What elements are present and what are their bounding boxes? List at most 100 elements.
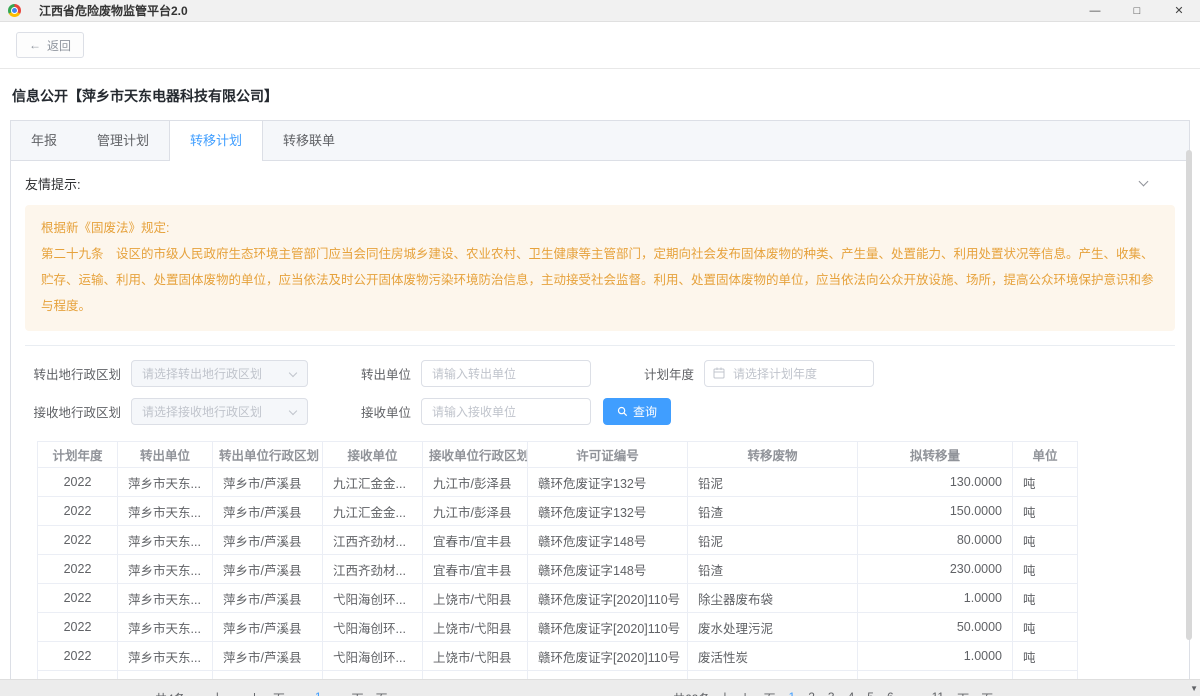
- table-cell: 吨: [1013, 613, 1078, 642]
- table-cell: 2022: [38, 584, 118, 613]
- table-cell: 赣环危废证字132号: [528, 497, 688, 526]
- table-cell: 吨: [1013, 497, 1078, 526]
- notice-collapse-header[interactable]: 友情提示:: [25, 161, 1175, 205]
- scrollbar-down-arrow-icon[interactable]: ▼: [1190, 684, 1198, 693]
- table-cell: 铅渣: [688, 497, 858, 526]
- table-cell: 宜春市/宜丰县: [423, 526, 528, 555]
- column-header: 接收单位: [323, 442, 423, 468]
- table-cell: 江西齐劲材...: [323, 555, 423, 584]
- table-header-row: 计划年度转出单位转出单位行政区划接收单位接收单位行政区划许可证编号转移废物拟转移…: [38, 442, 1078, 468]
- close-icon[interactable]: ✕: [1158, 0, 1200, 21]
- column-header: 拟转移量: [858, 442, 1013, 468]
- table-cell: 萍乡市/芦溪县: [213, 497, 323, 526]
- pager-page-6[interactable]: 6: [887, 690, 894, 696]
- column-header: 转移废物: [688, 442, 858, 468]
- table-cell: 九江汇金金...: [323, 497, 423, 526]
- pager-page-5[interactable]: 5: [867, 690, 874, 696]
- page-title: 信息公开【萍乡市天东电器科技有限公司】: [12, 86, 1188, 106]
- tab-2[interactable]: 转移计划: [169, 121, 263, 161]
- table-cell: 赣环危废证字[2020]110号: [528, 613, 688, 642]
- table-cell: 150.0000: [858, 497, 1013, 526]
- window-titlebar: 江西省危险废物监管平台2.0 — □ ✕: [0, 0, 1200, 22]
- pager-total: 共4条: [155, 690, 186, 696]
- pagination-left-clipped: 共4条|上一页1下一页: [155, 690, 388, 696]
- table-cell: 萍乡市/芦溪县: [213, 642, 323, 671]
- table-cell: 宜春市/宜丰县: [423, 555, 528, 584]
- out-unit-input[interactable]: [421, 360, 591, 387]
- column-header: 许可证编号: [528, 442, 688, 468]
- notice-box: 根据新《固废法》规定: 第二十九条 设区的市级人民政府生态环境主管部门应当会同住…: [25, 205, 1175, 331]
- notice-collapse-title: 友情提示:: [25, 174, 81, 193]
- pager-next-button[interactable]: 下一页: [352, 690, 388, 696]
- pager-page-1[interactable]: 1: [789, 690, 796, 696]
- back-button-label: 返回: [47, 37, 71, 54]
- calendar-icon: [713, 367, 725, 379]
- table-cell: 萍乡市/芦溪县: [213, 613, 323, 642]
- table-cell: 铅泥: [688, 468, 858, 497]
- table-cell: 萍乡市天东...: [118, 468, 213, 497]
- plan-year-label: 计划年度: [636, 364, 694, 383]
- tabs-card: 年报管理计划转移计划转移联单 友情提示: 根据新《固废法》规定: 第二十九条 设…: [10, 120, 1190, 696]
- divider: [25, 345, 1175, 346]
- in-region-select[interactable]: 请选择接收地行政区划: [131, 398, 308, 425]
- app-icon: [8, 4, 21, 17]
- table-cell: 吨: [1013, 642, 1078, 671]
- plan-year-datepicker[interactable]: [704, 360, 874, 387]
- table-cell: 九江汇金金...: [323, 468, 423, 497]
- pager-page-3[interactable]: 3: [828, 690, 835, 696]
- table-cell: 萍乡市天东...: [118, 555, 213, 584]
- in-unit-input[interactable]: [421, 398, 591, 425]
- filter-row-2: 接收地行政区划 请选择接收地行政区划 接收单位 查询: [25, 398, 1175, 425]
- tab-1[interactable]: 管理计划: [77, 121, 169, 160]
- plan-year-input[interactable]: [704, 360, 874, 387]
- pagination-right-clipped: 共62条|上一页123456…11下一页: [673, 690, 993, 696]
- pager-page-4[interactable]: 4: [848, 690, 855, 696]
- vertical-scrollbar[interactable]: [1186, 150, 1192, 640]
- pager-prev-button[interactable]: 上一页: [249, 690, 285, 696]
- table-cell: 弋阳海创环...: [323, 613, 423, 642]
- table-cell: 上饶市/弋阳县: [423, 642, 528, 671]
- pager-separator: |: [723, 690, 726, 696]
- table-cell: 江西齐劲材...: [323, 526, 423, 555]
- search-button[interactable]: 查询: [603, 398, 671, 425]
- bottom-strip: 共4条|上一页1下一页 共62条|上一页123456…11下一页: [0, 679, 1200, 696]
- back-button[interactable]: ← 返回: [16, 32, 84, 58]
- column-header: 计划年度: [38, 442, 118, 468]
- table-cell: 萍乡市天东...: [118, 497, 213, 526]
- chevron-down-icon: [1139, 176, 1149, 186]
- table-cell: 1.0000: [858, 642, 1013, 671]
- pager-page-11[interactable]: 11: [932, 690, 944, 696]
- table-cell: 萍乡市天东...: [118, 613, 213, 642]
- pager-prev-button[interactable]: 上一页: [739, 690, 775, 696]
- tab-3[interactable]: 转移联单: [263, 121, 355, 160]
- table-row: 2022萍乡市天东...萍乡市/芦溪县九江汇金金...九江市/彭泽县赣环危废证字…: [38, 468, 1078, 497]
- table-cell: 九江市/彭泽县: [423, 468, 528, 497]
- pager-page-1[interactable]: 1: [315, 690, 322, 696]
- table-cell: 弋阳海创环...: [323, 642, 423, 671]
- table-cell: 赣环危废证字[2020]110号: [528, 642, 688, 671]
- pager-page-…[interactable]: …: [907, 690, 919, 696]
- pager-page-2[interactable]: 2: [808, 690, 815, 696]
- chevron-down-icon: [289, 369, 297, 377]
- table-cell: 萍乡市天东...: [118, 526, 213, 555]
- column-header: 接收单位行政区划: [423, 442, 528, 468]
- table-cell: 80.0000: [858, 526, 1013, 555]
- tab-bar: 年报管理计划转移计划转移联单: [11, 121, 1189, 161]
- table-cell: 除尘器废布袋: [688, 584, 858, 613]
- table-cell: 萍乡市天东...: [118, 642, 213, 671]
- maximize-icon[interactable]: □: [1116, 0, 1158, 21]
- notice-heading: 根据新《固废法》规定:: [41, 215, 1159, 241]
- pager-next-button[interactable]: 下一页: [957, 690, 993, 696]
- table-cell: 赣环危废证字148号: [528, 526, 688, 555]
- table-cell: 吨: [1013, 584, 1078, 613]
- table-cell: 2022: [38, 642, 118, 671]
- filter-row-1: 转出地行政区划 请选择转出地行政区划 转出单位 计划年度: [25, 360, 1175, 387]
- back-arrow-icon: ←: [29, 38, 41, 52]
- table-cell: 吨: [1013, 555, 1078, 584]
- out-region-select[interactable]: 请选择转出地行政区划: [131, 360, 308, 387]
- tab-0[interactable]: 年报: [11, 121, 77, 160]
- table-cell: 2022: [38, 497, 118, 526]
- minimize-icon[interactable]: —: [1074, 0, 1116, 21]
- table-cell: 上饶市/弋阳县: [423, 584, 528, 613]
- transfer-plan-table: 计划年度转出单位转出单位行政区划接收单位接收单位行政区划许可证编号转移废物拟转移…: [37, 441, 1078, 696]
